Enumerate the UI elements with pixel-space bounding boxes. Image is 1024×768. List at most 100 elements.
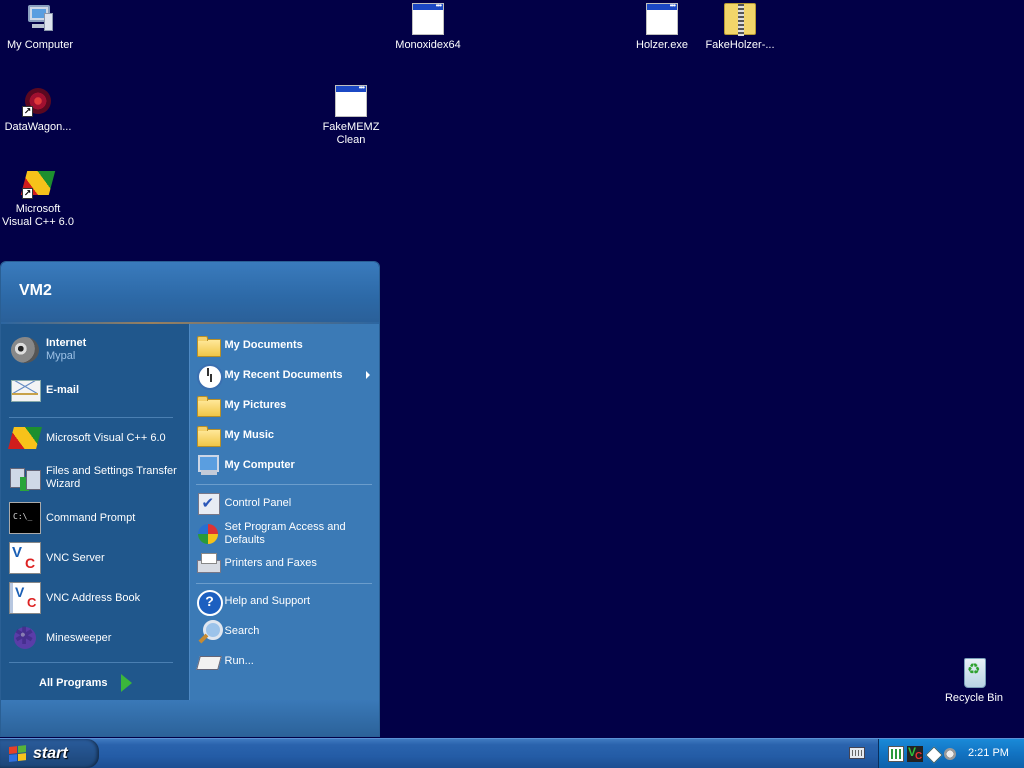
desktop-icon-fakeholzer[interactable]: FakeHolzer-...	[700, 3, 780, 52]
printer-icon	[196, 551, 221, 575]
menu-item-email[interactable]: E-mail	[9, 374, 187, 406]
shortcut-arrow-icon: ↗	[22, 106, 33, 117]
desktop-icon-label: Microsoft Visual C++ 6.0	[2, 203, 74, 228]
menu-item-program-defaults[interactable]: Set Program Access and Defaults	[196, 521, 376, 547]
menu-item-search[interactable]: Search	[196, 619, 376, 643]
menu-item-label: My Computer	[224, 458, 295, 471]
menu-item-label: Help and Support	[224, 594, 311, 607]
desktop-icon-label: Holzer.exe	[636, 39, 688, 51]
desktop-icon-datawagon[interactable]: ↗ DataWagon...	[0, 85, 78, 134]
menu-item-label: Command Prompt	[46, 511, 136, 524]
menu-item-transfer-wizard[interactable]: Files and Settings Transfer Wizard	[9, 462, 187, 494]
menu-item-help-support[interactable]: Help and Support	[196, 589, 376, 616]
shortcut-arrow-icon: ↗	[22, 188, 33, 199]
application-icon	[335, 81, 367, 117]
clock[interactable]: 2:21 PM	[968, 747, 1009, 759]
desktop-icon-holzer[interactable]: Holzer.exe	[622, 0, 702, 52]
menu-item-my-music[interactable]: My Music	[196, 423, 376, 447]
menu-separator	[9, 417, 173, 418]
menu-item-control-panel[interactable]: Control Panel	[196, 491, 376, 515]
menu-separator	[9, 662, 173, 663]
menu-item-printers-faxes[interactable]: Printers and Faxes	[196, 551, 376, 575]
app-tray-icon[interactable]	[925, 746, 941, 762]
control-panel-icon	[196, 491, 220, 515]
menu-item-label: My Pictures	[224, 398, 287, 411]
menu-item-label: Microsoft Visual C++ 6.0	[46, 431, 166, 444]
vnc-icon	[9, 542, 41, 574]
menu-item-label: Control Panel	[224, 496, 292, 509]
menu-item-label: VNC Server	[46, 551, 105, 564]
submenu-arrow-icon	[365, 371, 370, 379]
menu-item-visual-cpp[interactable]: Microsoft Visual C++ 6.0	[9, 422, 187, 454]
menu-item-label: Search	[224, 624, 260, 637]
music-folder-icon	[196, 423, 221, 447]
menu-item-vnc-address-book[interactable]: VNC Address Book	[9, 582, 187, 614]
all-programs-label: All Programs	[39, 677, 108, 689]
web-shortcut-icon: ↗	[22, 85, 54, 117]
menu-item-label: Set Program Access and Defaults	[224, 521, 346, 546]
menu-item-internet[interactable]: Internet Mypal	[9, 334, 187, 366]
menu-item-vnc-server[interactable]: VNC Server	[9, 542, 187, 574]
menu-separator	[195, 484, 372, 485]
system-tray: 2:21 PM	[878, 739, 1024, 768]
menu-item-label: Printers and Faxes	[224, 556, 317, 569]
visual-cpp-icon	[9, 422, 41, 454]
visual-cpp-icon: ↗	[22, 167, 54, 199]
application-icon	[646, 0, 678, 35]
desktop-icon-recycle-bin[interactable]: Recycle Bin	[934, 656, 1014, 705]
menu-item-minesweeper[interactable]: Minesweeper	[9, 622, 187, 654]
zip-folder-icon	[724, 3, 756, 36]
help-icon	[196, 589, 223, 616]
menu-item-title: E-mail	[46, 383, 80, 396]
keyboard-icon[interactable]	[849, 747, 865, 759]
program-defaults-icon	[196, 522, 220, 546]
menu-item-title: Internet	[46, 337, 87, 349]
menu-item-my-recent-documents[interactable]: My Recent Documents	[196, 363, 376, 390]
user-name: VM2	[19, 282, 52, 299]
computer-icon	[196, 453, 220, 477]
start-label: start	[33, 744, 68, 762]
menu-item-label: My Music	[224, 428, 275, 441]
menu-item-label: Run...	[224, 654, 254, 667]
desktop-icon-monoxidex64[interactable]: Monoxidex64	[388, 0, 468, 52]
menu-item-my-computer[interactable]: My Computer	[196, 453, 376, 477]
vnc-tray-icon[interactable]	[907, 745, 923, 762]
desktop-icon-my-computer[interactable]: My Computer	[0, 3, 80, 52]
minesweeper-icon	[9, 622, 41, 654]
taskbar: start 2:21 PM	[0, 738, 1024, 768]
start-menu-places-pane: My Documents My Recent Documents My Pict…	[189, 324, 379, 700]
recent-documents-icon	[196, 363, 223, 390]
menu-item-label: VNC Address Book	[46, 591, 141, 604]
safely-remove-tray-icon[interactable]	[943, 746, 959, 762]
application-icon	[412, 0, 444, 35]
start-menu-programs-pane: Internet Mypal E-mail Microsoft Visual C…	[1, 324, 190, 700]
menu-item-subtitle: Mypal	[46, 350, 76, 362]
mail-icon	[9, 374, 41, 406]
transfer-wizard-icon	[9, 462, 41, 494]
desktop-icon-label: FakeMEMZ Clean	[322, 121, 380, 146]
menu-item-my-documents[interactable]: My Documents	[196, 333, 376, 357]
start-menu-body: Internet Mypal E-mail Microsoft Visual C…	[1, 324, 379, 700]
vnc-book-icon	[9, 582, 41, 614]
recycle-bin-icon	[958, 656, 990, 688]
green-arrow-icon	[121, 674, 133, 692]
computer-icon	[24, 3, 56, 35]
desktop-icon-label: DataWagon...	[4, 121, 72, 133]
desktop-icon-fakememz-clean[interactable]: FakeMEMZ Clean	[311, 81, 391, 147]
raccoon-browser-icon	[9, 334, 41, 366]
menu-item-command-prompt[interactable]: Command Prompt	[9, 502, 187, 534]
desktop-icon-label: Monoxidex64	[395, 39, 461, 51]
desktop-icon-visual-cpp[interactable]: ↗ Microsoft Visual C++ 6.0	[0, 167, 78, 229]
desktop-icon-label: My Computer	[6, 39, 74, 51]
start-menu-header: VM2	[1, 262, 379, 324]
start-button[interactable]: start	[0, 739, 99, 768]
network-tray-icon[interactable]	[888, 746, 904, 762]
menu-item-label: My Documents	[224, 338, 303, 351]
search-icon	[196, 619, 223, 643]
menu-item-label: My Recent Documents	[224, 368, 343, 381]
menu-separator	[195, 583, 372, 584]
desktop-icon-label: FakeHolzer-...	[705, 39, 775, 51]
windows-logo-icon	[9, 744, 27, 763]
menu-item-my-pictures[interactable]: My Pictures	[196, 393, 376, 417]
menu-item-run[interactable]: Run...	[196, 649, 376, 673]
